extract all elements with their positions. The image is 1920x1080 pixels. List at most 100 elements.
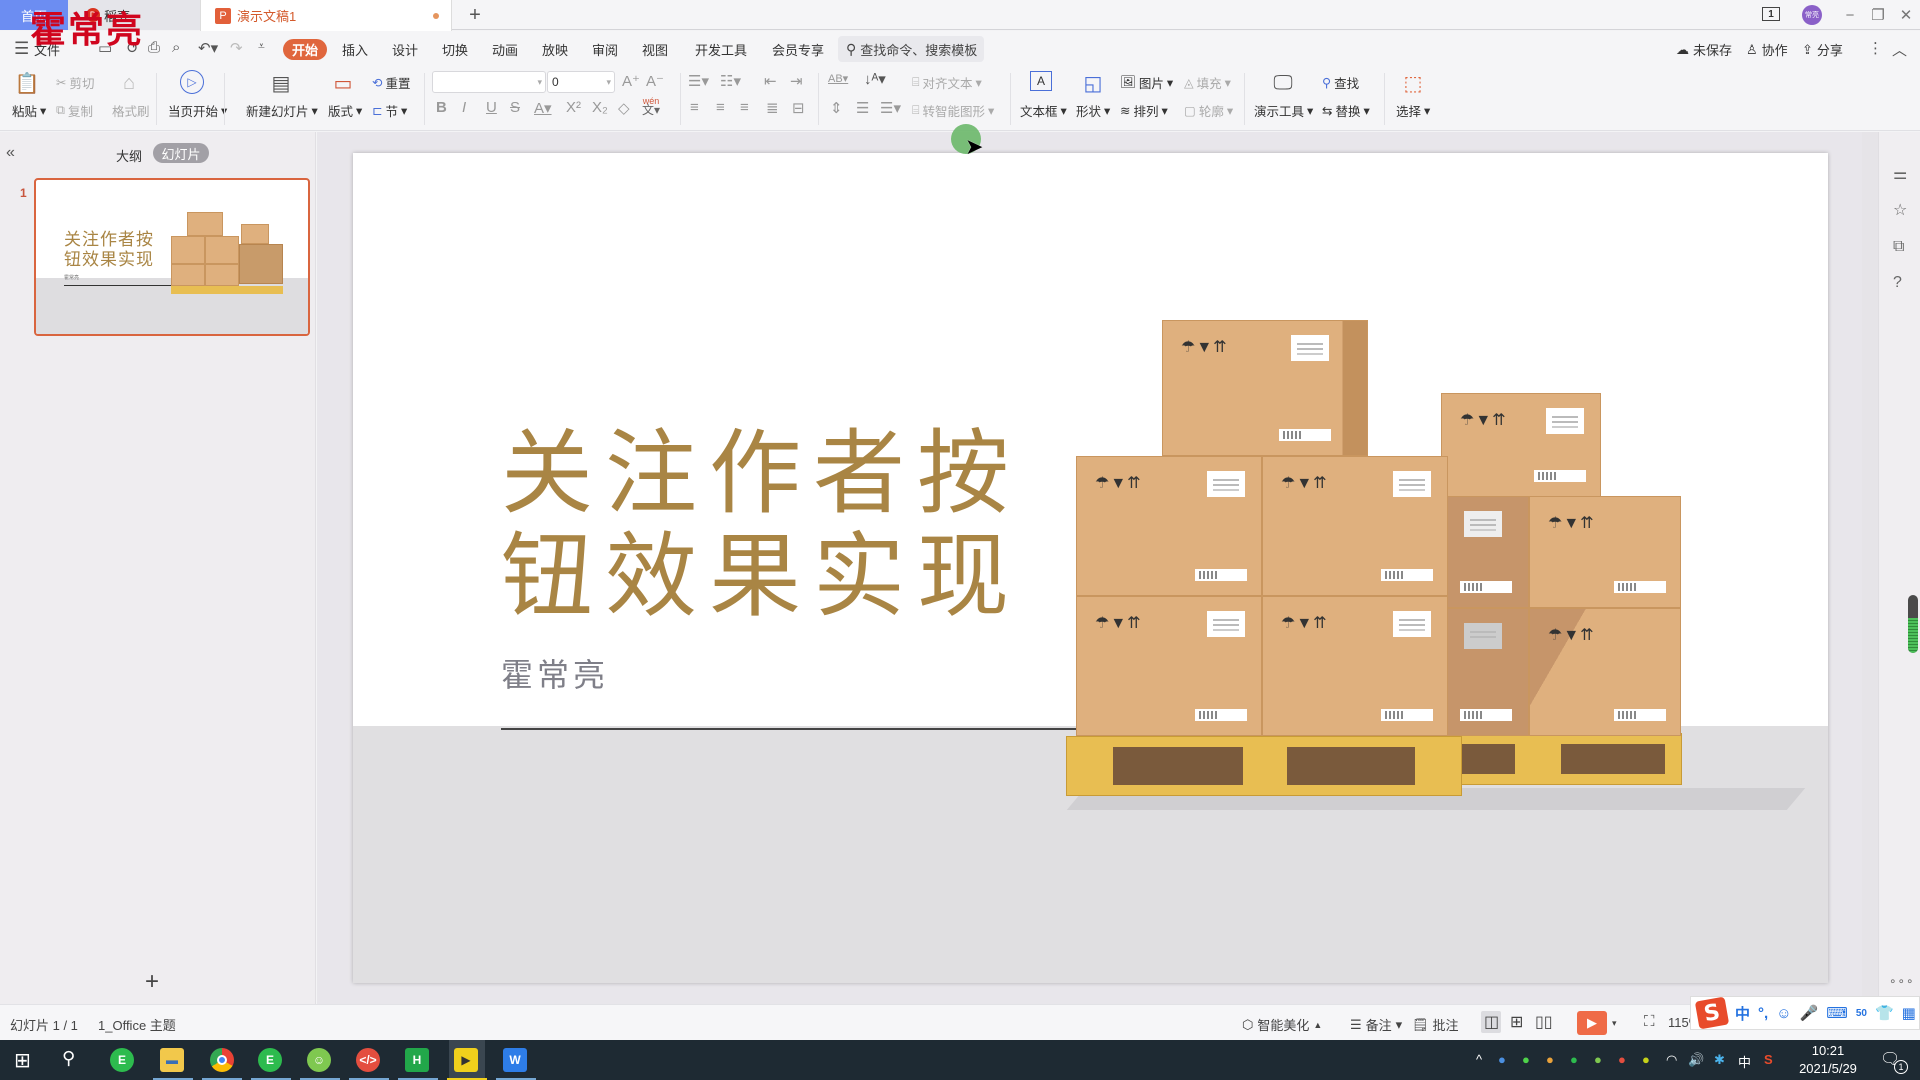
volume-icon[interactable]: 🔊	[1688, 1052, 1704, 1068]
tray-evernote-icon[interactable]: ●	[1570, 1052, 1578, 1067]
collapse-ribbon-icon[interactable]: ︿	[1892, 39, 1907, 60]
collaborate-button[interactable]: ♙ 协作	[1746, 40, 1788, 59]
menu-animations[interactable]: 动画	[492, 40, 518, 59]
bold-icon[interactable]: B	[436, 99, 447, 116]
theme-name[interactable]: 1_Office 主题	[98, 1015, 176, 1034]
search-icon[interactable]: ⚲	[62, 1048, 75, 1069]
outline-button[interactable]: ▢ 轮廓 ▾	[1184, 101, 1233, 120]
justify-icon[interactable]: ≣	[766, 99, 779, 117]
new-tab-button[interactable]: +	[460, 0, 490, 30]
smart-beautify-button[interactable]: ⬡ 智能美化 ▲	[1242, 1015, 1322, 1034]
fit-to-window-icon[interactable]: ⛶	[1644, 1013, 1655, 1030]
tray-app-icon[interactable]: ●	[1498, 1052, 1506, 1067]
code-editor-icon[interactable]: </>	[356, 1048, 380, 1072]
restore-button[interactable]: ❐	[1864, 4, 1892, 26]
help-icon[interactable]: ?	[1893, 274, 1902, 292]
replace-button[interactable]: ⇆ 替换 ▾	[1322, 101, 1370, 120]
arrange-button[interactable]: ≋ 排列 ▾	[1120, 101, 1168, 120]
print-icon[interactable]: ⎙	[148, 39, 160, 56]
more-icon[interactable]: ∘∘∘	[1889, 974, 1915, 988]
decrease-font-icon[interactable]: A⁻	[646, 72, 664, 90]
format-painter-button[interactable]: 格式刷	[112, 101, 150, 120]
menu-slideshow[interactable]: 放映	[542, 40, 568, 59]
undo-icon[interactable]: ↶▾	[198, 39, 218, 57]
menu-member[interactable]: 会员专享	[772, 40, 824, 59]
clear-format-icon[interactable]: ◇	[618, 99, 630, 117]
slide[interactable]: 关注作者按 钮效果实现 霍常亮 ☂▼⇈ ☂▼⇈ ☂▼⇈ ☂▼⇈ ☂▼⇈ ☂▼⇈ …	[353, 153, 1828, 983]
columns-icon[interactable]: ☰▾	[880, 99, 901, 117]
ime-user-icon[interactable]: 50	[1856, 1008, 1867, 1019]
find-button[interactable]: ⚲ 查找	[1322, 73, 1359, 92]
command-search-input[interactable]: ⚲ 查找命令、搜索模板	[838, 36, 984, 62]
tray-app-icon[interactable]: ●	[1594, 1052, 1602, 1067]
smart-art-button[interactable]: ⌸ 转智能图形 ▾	[912, 101, 994, 120]
vertical-scrollbar[interactable]	[1862, 132, 1878, 1004]
close-window-button[interactable]: ✕	[1892, 4, 1920, 26]
numbering-icon[interactable]: ☷▾	[720, 72, 741, 90]
tray-chrome-icon[interactable]: ●	[1546, 1052, 1554, 1067]
comments-button[interactable]: 🗒 批注	[1412, 1015, 1459, 1034]
tray-app-icon[interactable]: ●	[1522, 1052, 1530, 1067]
line-spacing-icon[interactable]: ⇕	[830, 99, 843, 117]
ime-keyboard-icon[interactable]: ⌨	[1826, 1004, 1848, 1022]
ime-emoji-icon[interactable]: ☺	[1776, 1005, 1791, 1022]
presentation-tools-button[interactable]: 演示工具 ▾	[1254, 101, 1313, 120]
slide-title-line1[interactable]: 关注作者按	[501, 428, 1021, 520]
paragraph-spacing-icon[interactable]: ☰	[856, 99, 869, 117]
collapse-panel-icon[interactable]: «	[6, 144, 15, 162]
slideshow-screen-icon[interactable]: ⧉	[1893, 238, 1904, 256]
textbox-button[interactable]: 文本框 ▾	[1020, 101, 1067, 120]
ime-skin-icon[interactable]: 👕	[1875, 1004, 1894, 1022]
align-center-icon[interactable]: ≡	[716, 99, 725, 116]
tray-app-icon[interactable]: ●	[1642, 1052, 1650, 1067]
slide-subtitle[interactable]: 霍常亮	[501, 650, 609, 696]
fill-button[interactable]: ◬ 填充 ▾	[1184, 73, 1231, 92]
reading-view-icon[interactable]: ▯▯	[1535, 1012, 1553, 1032]
paste-button[interactable]: 粘贴 ▾	[12, 101, 46, 120]
menu-transitions[interactable]: 切换	[442, 40, 468, 59]
font-color-icon[interactable]: A▾	[534, 99, 552, 117]
ime-toolbar[interactable]: S 中 °, ☺ 🎤 ⌨ 50 👕 ▦	[1690, 996, 1920, 1030]
ime-punctuation-toggle[interactable]: °,	[1758, 1005, 1768, 1022]
slide-thumbnail[interactable]: 关注作者按 钮效果实现 霍常亮	[34, 178, 310, 336]
boxes-illustration[interactable]: ☂▼⇈ ☂▼⇈ ☂▼⇈ ☂▼⇈ ☂▼⇈ ☂▼⇈ ☂▼⇈ ☂▼⇈	[1066, 318, 1806, 818]
new-slide-button[interactable]: 新建幻灯片 ▾	[246, 101, 318, 120]
more-options-icon[interactable]: ⋮	[1868, 39, 1883, 57]
file-explorer-icon[interactable]: ▬	[160, 1048, 184, 1072]
bullets-icon[interactable]: ☰▾	[688, 72, 709, 90]
superscript-icon[interactable]: X²	[566, 99, 581, 116]
play-slideshow-button[interactable]: ▶	[1577, 1011, 1607, 1035]
ime-chinese-toggle[interactable]: 中	[1735, 1003, 1750, 1024]
add-slide-button[interactable]: +	[145, 970, 159, 994]
tab-slides[interactable]: 幻灯片	[153, 143, 209, 163]
settings-sliders-icon[interactable]: ⚌	[1893, 164, 1907, 184]
align-right-icon[interactable]: ≡	[740, 99, 749, 116]
text-direction-icon[interactable]: AB▾	[828, 72, 848, 85]
play-from-current-button[interactable]: 当页开始▾	[168, 101, 227, 120]
minimize-button[interactable]: −	[1836, 4, 1864, 26]
tray-app-icon[interactable]: ✱	[1714, 1052, 1725, 1068]
font-name-select[interactable]: ▾	[432, 71, 546, 93]
align-text-button[interactable]: ⌸ 对齐文本 ▾	[912, 73, 982, 92]
menu-start[interactable]: 开始	[283, 39, 327, 60]
menu-developer[interactable]: 开发工具	[695, 40, 747, 59]
distribute-icon[interactable]: ⊟	[792, 99, 805, 117]
ime-voice-icon[interactable]: 🎤	[1800, 1004, 1819, 1022]
menu-design[interactable]: 设计	[392, 40, 418, 59]
input-language[interactable]: 中	[1738, 1052, 1751, 1071]
hbuilder-icon[interactable]: H	[405, 1048, 429, 1072]
underline-icon[interactable]: U	[486, 99, 497, 116]
ime-tools-icon[interactable]: ▦	[1902, 1004, 1916, 1022]
decrease-indent-icon[interactable]: ⇤	[764, 72, 777, 90]
menu-insert[interactable]: 插入	[342, 40, 368, 59]
sort-icon[interactable]: ↓ᴬ▾	[864, 70, 886, 88]
wifi-icon[interactable]: ◠	[1666, 1052, 1677, 1068]
windows-start-icon[interactable]: ⊞	[14, 1048, 31, 1073]
screen-recorder-icon[interactable]: ▶	[454, 1048, 478, 1072]
slide-sorter-icon[interactable]: ⊞	[1510, 1012, 1523, 1032]
redo-icon[interactable]: ↷	[230, 39, 243, 57]
system-clock[interactable]: 10:21 2021/5/29	[1788, 1042, 1868, 1078]
avatar[interactable]: 常亮	[1802, 5, 1822, 25]
star-animation-icon[interactable]: ☆	[1893, 200, 1907, 220]
font-size-select[interactable]: 0 ▾	[547, 71, 615, 93]
